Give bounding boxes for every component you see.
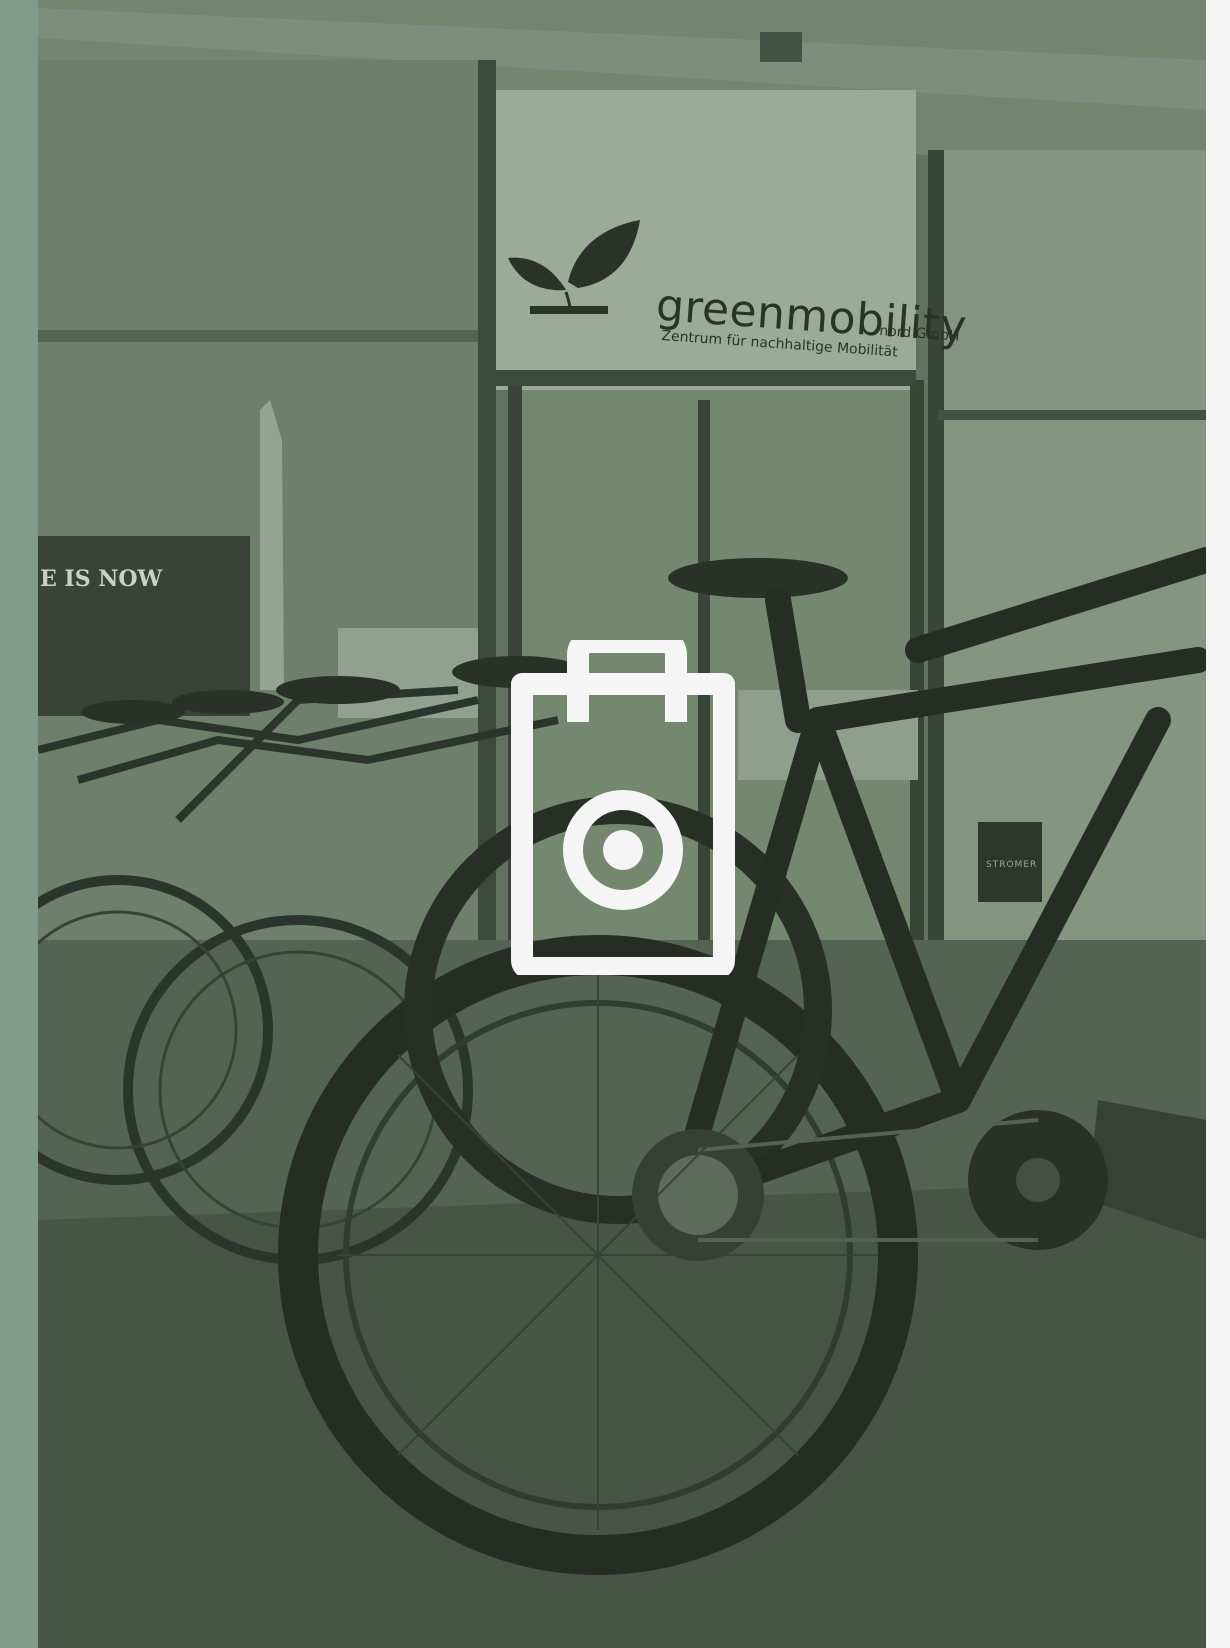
stromer-sign-text: STROMER	[986, 860, 1038, 870]
shopping-bag-target-icon	[511, 640, 735, 975]
hero-photo: greenmobility nord GmbH Zentrum für nach…	[38, 0, 1206, 1648]
left-sign-text: E IS NOW	[40, 566, 163, 592]
accent-strip	[0, 0, 38, 1648]
leaf-logo	[508, 220, 640, 314]
page: greenmobility nord GmbH Zentrum für nach…	[0, 0, 1230, 1648]
